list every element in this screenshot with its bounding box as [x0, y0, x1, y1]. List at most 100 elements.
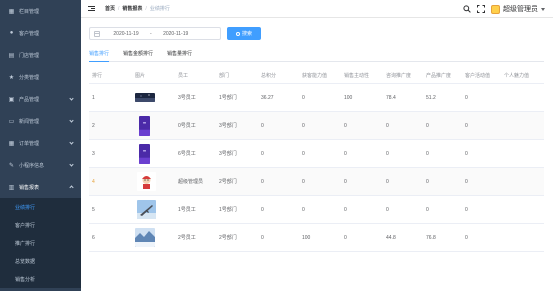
total-score-cell: 36.27	[261, 94, 274, 101]
product-promo-cell: 0	[426, 150, 429, 157]
breadcrumb-current: 业绩排行	[149, 6, 170, 12]
submenu-item-performance[interactable]: 业绩排行	[0, 198, 81, 216]
employee-photo	[135, 143, 178, 164]
fullscreen-icon[interactable]	[477, 5, 485, 13]
rank-cell: 3	[92, 150, 95, 157]
column-header: 咨询推广度	[386, 72, 412, 79]
sidebar-item-order[interactable]: ▦ 订单管理	[0, 132, 81, 154]
column-header: 个人魅力值	[504, 72, 530, 79]
chat-icon: ✎	[8, 162, 15, 169]
total-score-cell: 0	[261, 234, 264, 241]
rank-cell: 4	[92, 178, 95, 185]
column-header: 员工	[178, 72, 189, 79]
table-row[interactable]: 1 3号员工 1号部门 36.27 0 100 78.4 51.2 0	[89, 84, 544, 112]
table-row[interactable]: 6 2号员工 2号部门 0 100 0 44.8 76.8 0	[89, 224, 544, 252]
table-row[interactable]: 3 6号员工 3号部门 0 0 0 0 0 0	[89, 140, 544, 168]
sidebar-item-miniprogram[interactable]: ✎ 小程序信息	[0, 154, 81, 176]
breadcrumb-separator: /	[145, 5, 147, 12]
app: ▦ 栏目管理 ● 客户管理 ▤ 门店管理 ★ 分类管理 ▣ 产品管理 ▭ 新闻管…	[0, 0, 553, 291]
date-end-field[interactable]: 2020-11-19	[158, 31, 194, 37]
date-range-separator: -	[150, 30, 152, 37]
top-header: 首页 / 销售报表 / 业绩排行 超级管理员	[81, 0, 553, 18]
employee-photo	[135, 115, 178, 136]
column-header: 部门	[219, 72, 230, 79]
sidebar-item-label: 客户管理	[19, 30, 40, 37]
sidebar-item-category[interactable]: ★ 分类管理	[0, 66, 81, 88]
avatar[interactable]	[491, 4, 500, 14]
search-button-label: 搜索	[241, 31, 252, 37]
employee-name: 6号员工	[178, 151, 196, 157]
rank-cell: 1	[92, 94, 95, 101]
initiative-cell: 0	[344, 178, 347, 185]
rank-cell: 5	[92, 206, 95, 213]
department-cell: 3号部门	[219, 151, 237, 157]
submenu-item-sales-analysis[interactable]: 销售分析	[0, 270, 81, 288]
search-icon	[235, 31, 240, 36]
product-promo-cell: 51.2	[426, 94, 436, 101]
tab-sales-volume-rank[interactable]: 销售量排行	[167, 50, 192, 62]
sidebar-item-sales-report[interactable]: ▥ 销售报表	[0, 176, 81, 198]
rank-cell: 6	[92, 234, 95, 241]
table-row[interactable]: 5 1号员工 1号部门 0 0 0 0 0 0	[89, 196, 544, 224]
employee-name: 超级管理员	[178, 179, 204, 185]
sidebar-item-label: 小程序信息	[19, 162, 45, 169]
submenu-item-customer-rank[interactable]: 客户排行	[0, 216, 81, 234]
activity-cell: 0	[465, 122, 468, 129]
initiative-cell: 0	[344, 150, 347, 157]
consult-promo-cell: 0	[386, 122, 389, 129]
total-score-cell: 0	[261, 150, 264, 157]
search-button[interactable]: 搜索	[227, 27, 261, 40]
activity-cell: 0	[465, 234, 468, 241]
breadcrumb-separator: /	[118, 5, 120, 12]
department-cell: 2号部门	[219, 179, 237, 185]
breadcrumb-sales-report: 销售报表	[122, 6, 143, 12]
ranking-table: 排行 图片 员工 部门 总积分 获客能力值 销售主动性 咨询推广度 产品推广度 …	[89, 67, 544, 252]
hamburger-icon[interactable]	[88, 5, 95, 12]
submenu-item-overview[interactable]: 总览数据	[0, 252, 81, 270]
rank-cell: 2	[92, 122, 95, 129]
ranking-tabs: 销售排行 销售金额排行 销售量排行	[89, 50, 544, 62]
box-icon: ▣	[8, 96, 15, 103]
activity-cell: 0	[465, 150, 468, 157]
star-icon: ★	[8, 74, 15, 81]
sidebar-item-customer[interactable]: ● 客户管理	[0, 22, 81, 44]
employee-name: 1号员工	[178, 207, 196, 213]
department-cell: 3号部门	[219, 123, 237, 129]
submenu-item-promotion-rank[interactable]: 推广排行	[0, 234, 81, 252]
column-header: 排行	[92, 72, 103, 79]
username[interactable]: 超级管理员	[503, 4, 538, 14]
employee-photo	[135, 93, 178, 102]
table-row[interactable]: 2 0号员工 3号部门 0 0 0 0 0 0	[89, 112, 544, 140]
user-icon: ●	[9, 30, 14, 36]
acquisition-cell: 100	[302, 234, 311, 241]
sidebar-item-news[interactable]: ▭ 新闻管理	[0, 110, 81, 132]
chevron-down-icon	[69, 162, 74, 167]
table-row[interactable]: 4 超级管理员 2号部门 0 0 0 0 0 0	[89, 168, 544, 196]
grid-icon: ▦	[8, 8, 15, 15]
store-icon: ▤	[8, 52, 15, 59]
sidebar-item-store[interactable]: ▤ 门店管理	[0, 44, 81, 66]
sidebar-item-column[interactable]: ▦ 栏目管理	[0, 0, 81, 22]
table-header: 排行 图片 员工 部门 总积分 获客能力值 销售主动性 咨询推广度 产品推广度 …	[89, 67, 544, 84]
date-start-field[interactable]: 2020-11-19	[108, 31, 144, 37]
order-icon: ▦	[8, 140, 15, 147]
chevron-up-icon	[69, 185, 74, 190]
activity-cell: 0	[465, 94, 468, 101]
caret-down-icon[interactable]	[541, 7, 545, 11]
initiative-cell: 0	[344, 234, 347, 241]
product-promo-cell: 76.8	[426, 234, 436, 241]
sidebar-item-label: 销售报表	[19, 184, 40, 191]
breadcrumb-home[interactable]: 首页	[105, 5, 115, 12]
acquisition-cell: 0	[302, 206, 305, 213]
news-icon: ▭	[8, 118, 15, 125]
employee-name: 3号员工	[178, 95, 196, 101]
employee-photo	[135, 228, 178, 247]
tab-sales-rank[interactable]: 销售排行	[89, 50, 110, 62]
sidebar-item-product[interactable]: ▣ 产品管理	[0, 88, 81, 110]
chevron-down-icon	[69, 140, 74, 145]
sidebar-item-label: 门店管理	[19, 52, 40, 59]
search-icon[interactable]	[463, 5, 471, 13]
date-range-picker[interactable]: 2020-11-19 - 2020-11-19	[89, 27, 221, 40]
tab-sales-amount-rank[interactable]: 销售金额排行	[123, 50, 153, 62]
total-score-cell: 0	[261, 206, 264, 213]
